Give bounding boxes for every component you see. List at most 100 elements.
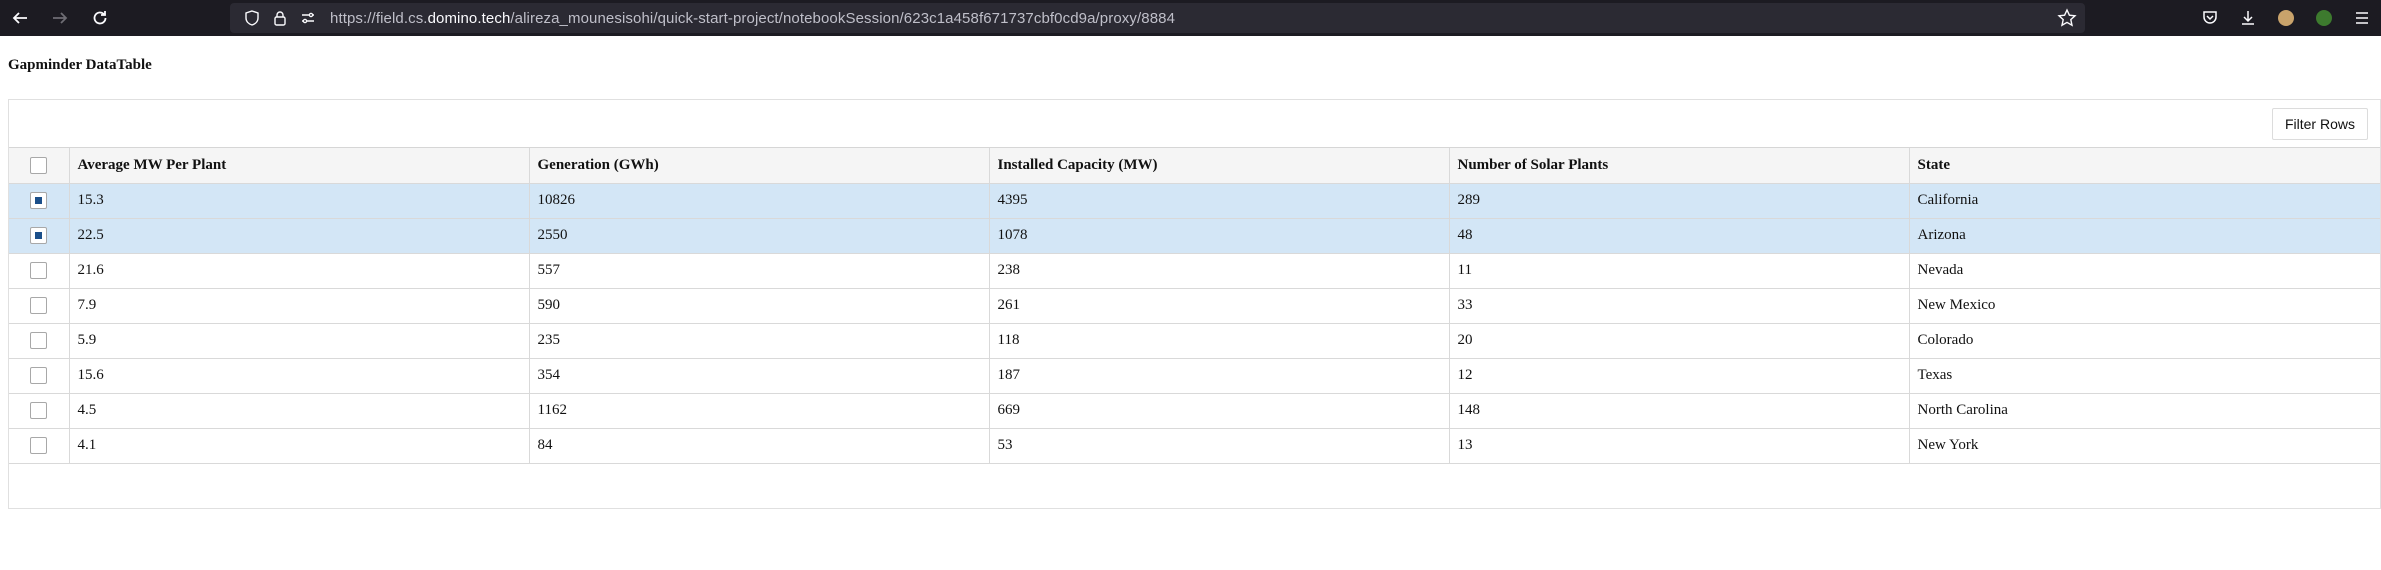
address-bar[interactable]: https://field.cs.domino.tech/alireza_mou… (230, 3, 2085, 33)
table-cell[interactable]: Colorado (1909, 323, 2380, 359)
table-cell[interactable]: 148 (1449, 393, 1910, 429)
url-prefix: https://field.cs. (330, 9, 428, 27)
datatable-toolbar: Filter Rows (9, 100, 2380, 148)
row-checkbox[interactable] (30, 402, 48, 420)
table-cell[interactable]: 118 (989, 323, 1450, 359)
row-checkbox[interactable] (30, 297, 48, 315)
table-cell[interactable]: 53 (989, 428, 1450, 464)
column-header[interactable]: State (1909, 148, 2380, 184)
table-cell[interactable]: 4.1 (69, 428, 530, 464)
table-cell[interactable]: 4.5 (69, 393, 530, 429)
datatable-panel: Filter Rows Average MW Per Plant Generat… (8, 99, 2381, 509)
table-row[interactable]: 22.5 2550 1078 48 Arizona (9, 218, 2380, 254)
table-cell[interactable]: 1162 (529, 393, 990, 429)
table-cell[interactable]: 2550 (529, 218, 990, 254)
table-cell[interactable]: 15.3 (69, 183, 530, 219)
row-checkbox[interactable] (30, 262, 48, 280)
table-header-row: Average MW Per Plant Generation (GWh) In… (9, 148, 2380, 184)
permissions-icon[interactable] (294, 3, 322, 33)
table-cell[interactable]: 33 (1449, 288, 1910, 324)
row-select-cell (9, 288, 70, 324)
table-cell[interactable]: 84 (529, 428, 990, 464)
table-cell[interactable]: 669 (989, 393, 1450, 429)
table-cell[interactable]: 1078 (989, 218, 1450, 254)
table-cell[interactable]: 10826 (529, 183, 990, 219)
column-header[interactable]: Number of Solar Plants (1449, 148, 1910, 184)
row-checkbox[interactable] (30, 437, 48, 455)
table-row[interactable]: 15.3 10826 4395 289 California (9, 183, 2380, 219)
table-cell[interactable]: 4395 (989, 183, 1450, 219)
downloads-icon[interactable] (2229, 0, 2267, 36)
table-row[interactable]: 21.6 557 238 11 Nevada (9, 253, 2380, 289)
row-select-cell (9, 323, 70, 359)
table-cell[interactable]: 235 (529, 323, 990, 359)
table-cell[interactable]: 5.9 (69, 323, 530, 359)
column-header[interactable]: Average MW Per Plant (69, 148, 530, 184)
lock-icon[interactable] (266, 3, 294, 33)
reload-icon (93, 11, 107, 25)
table-cell[interactable]: 354 (529, 358, 990, 394)
table-cell[interactable]: New Mexico (1909, 288, 2380, 324)
table-cell[interactable]: 48 (1449, 218, 1910, 254)
table-cell[interactable]: 261 (989, 288, 1450, 324)
tracking-shield-icon[interactable] (238, 3, 266, 33)
back-button[interactable] (0, 0, 40, 36)
row-select-cell (9, 218, 70, 254)
select-all-header (9, 148, 70, 184)
table-row[interactable]: 4.1 84 53 13 New York (9, 428, 2380, 464)
arrow-right-icon (53, 12, 68, 24)
reload-button[interactable] (80, 0, 120, 36)
column-header[interactable]: Installed Capacity (MW) (989, 148, 1450, 184)
row-checkbox[interactable] (30, 367, 48, 385)
bookmark-star-icon[interactable] (2057, 8, 2077, 33)
url-path: /alireza_mounesisohi/quick-start-project… (510, 9, 1176, 27)
browser-toolbar: https://field.cs.domino.tech/alireza_mou… (0, 0, 2381, 36)
arrow-left-icon (12, 12, 27, 24)
table-cell[interactable]: 12 (1449, 358, 1910, 394)
url-domain: domino.tech (427, 9, 511, 27)
table-cell[interactable]: Arizona (1909, 218, 2380, 254)
table-cell[interactable]: 21.6 (69, 253, 530, 289)
row-select-cell (9, 358, 70, 394)
select-all-checkbox[interactable] (30, 156, 48, 174)
pocket-icon[interactable] (2191, 0, 2229, 36)
table-cell[interactable]: 238 (989, 253, 1450, 289)
row-select-cell (9, 183, 70, 219)
data-table: Average MW Per Plant Generation (GWh) In… (9, 148, 2380, 464)
table-cell[interactable]: 22.5 (69, 218, 530, 254)
table-row[interactable]: 7.9 590 261 33 New Mexico (9, 288, 2380, 324)
table-row[interactable]: 5.9 235 118 20 Colorado (9, 323, 2380, 359)
table-cell[interactable]: 557 (529, 253, 990, 289)
table-cell[interactable]: 187 (989, 358, 1450, 394)
table-cell[interactable]: Nevada (1909, 253, 2380, 289)
table-cell[interactable]: 13 (1449, 428, 1910, 464)
table-row[interactable]: 15.6 354 187 12 Texas (9, 358, 2380, 394)
table-cell[interactable]: 590 (529, 288, 990, 324)
table-cell[interactable]: Texas (1909, 358, 2380, 394)
table-body: 15.3 10826 4395 289 California 22.5 2550 1078 48… (9, 183, 2380, 464)
table-cell[interactable]: California (1909, 183, 2380, 219)
forward-button[interactable] (40, 0, 80, 36)
row-checkbox[interactable] (30, 332, 48, 350)
table-cell[interactable]: New York (1909, 428, 2380, 464)
row-checkbox[interactable] (30, 192, 48, 210)
filter-rows-button[interactable]: Filter Rows (2271, 108, 2368, 140)
page-title: Gapminder DataTable (8, 57, 152, 73)
profile-icon[interactable] (2305, 0, 2343, 36)
extension-avatar-icon[interactable] (2267, 0, 2305, 36)
table-row[interactable]: 4.5 1162 669 148 North Carolina (9, 393, 2380, 429)
table-cell[interactable]: 11 (1449, 253, 1910, 289)
url-text[interactable]: https://field.cs.domino.tech/alireza_mou… (330, 10, 1175, 27)
table-cell[interactable]: 15.6 (69, 358, 530, 394)
row-checkbox[interactable] (30, 227, 48, 245)
menu-icon[interactable] (2343, 0, 2381, 36)
column-header[interactable]: Generation (GWh) (529, 148, 990, 184)
table-cell[interactable]: 20 (1449, 323, 1910, 359)
table-cell[interactable]: North Carolina (1909, 393, 2380, 429)
toolbar-right-icons (2191, 0, 2381, 36)
table-cell[interactable]: 7.9 (69, 288, 530, 324)
row-select-cell (9, 393, 70, 429)
row-select-cell (9, 428, 70, 464)
row-select-cell (9, 253, 70, 289)
table-cell[interactable]: 289 (1449, 183, 1910, 219)
